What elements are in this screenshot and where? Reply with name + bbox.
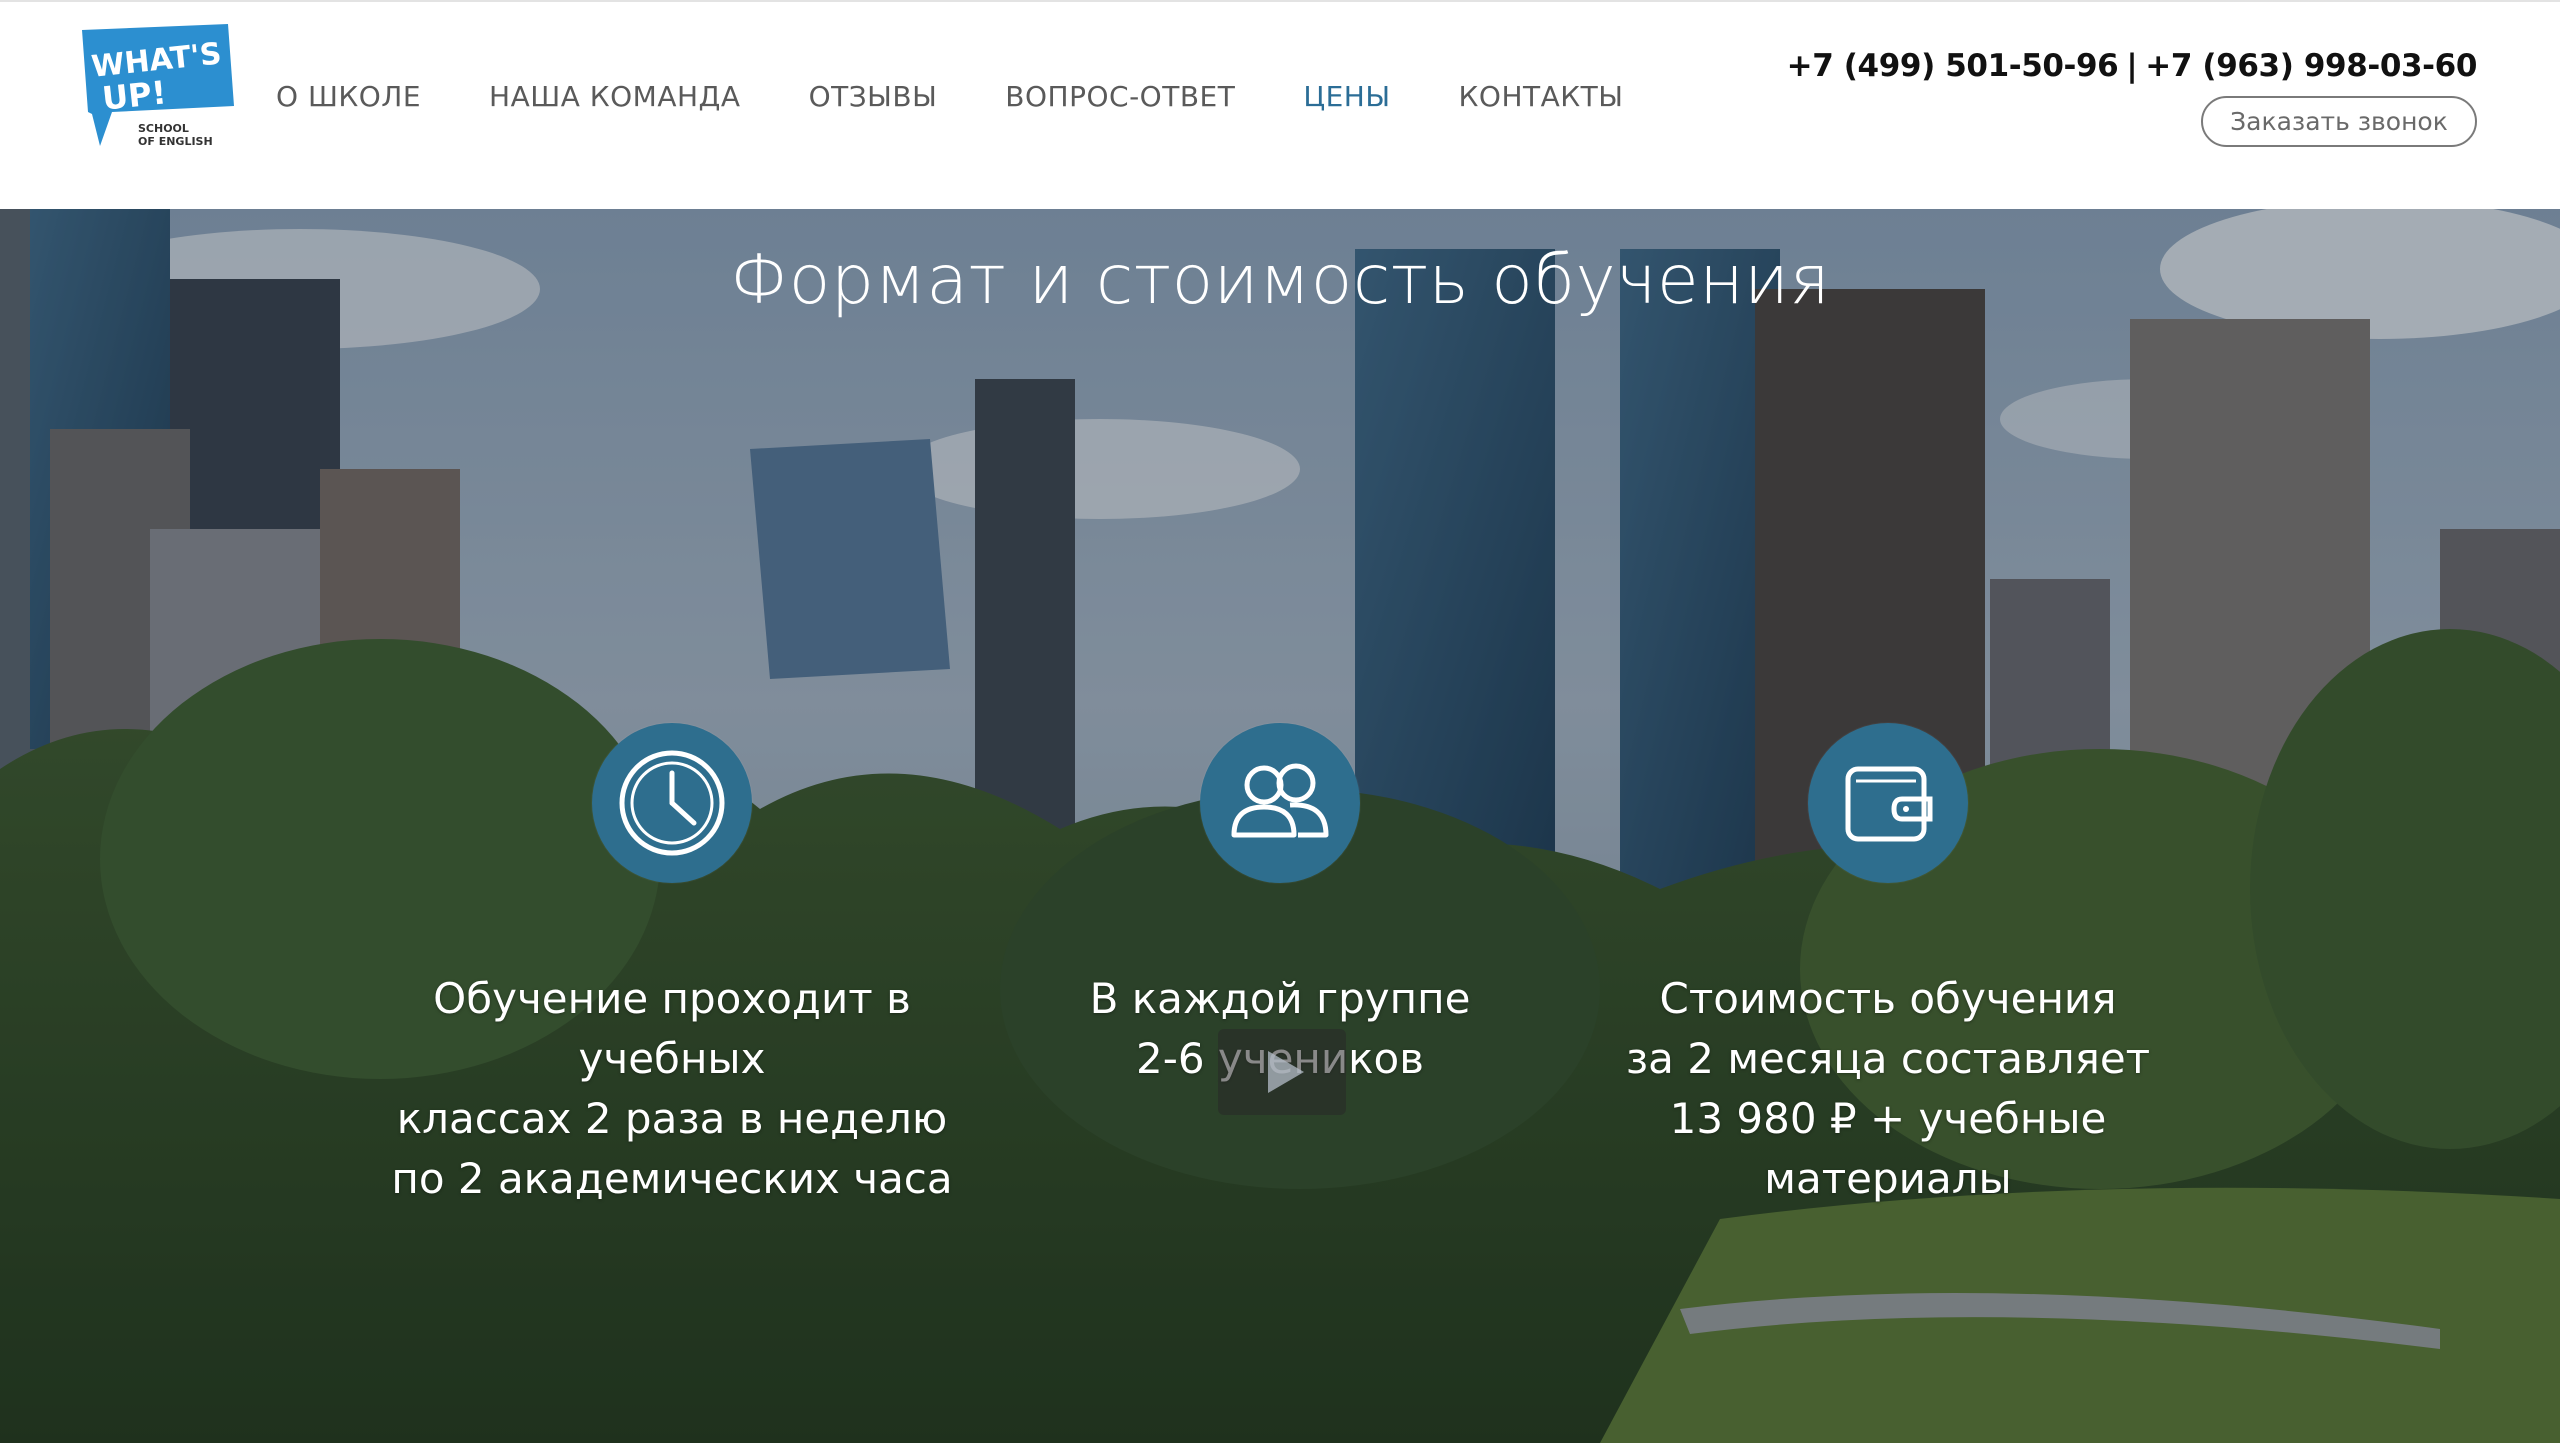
phone-separator: | bbox=[2126, 48, 2138, 84]
wallet-icon bbox=[1845, 766, 1933, 842]
feature-icon-circle bbox=[1808, 723, 1968, 883]
feature-line: Стоимость обучения bbox=[1659, 974, 2117, 1023]
feature-schedule: Обучение проходит в учебных классах 2 ра… bbox=[362, 723, 982, 1209]
feature-text: Стоимость обучения за 2 месяца составляе… bbox=[1578, 969, 2198, 1209]
nav-item-contacts[interactable]: КОНТАКТЫ bbox=[1459, 80, 1624, 113]
callback-button[interactable]: Заказать звонок bbox=[2201, 96, 2477, 147]
feature-line: за 2 месяца составляет bbox=[1625, 1034, 2151, 1083]
phone-2[interactable]: +7 (963) 998-03-60 bbox=[2145, 48, 2477, 84]
site-header: WHAT'S UP! SCHOOL OF ENGLISH О ШКОЛЕ НАШ… bbox=[0, 0, 2560, 209]
feature-price: Стоимость обучения за 2 месяца составляе… bbox=[1578, 723, 2198, 1209]
main-nav: О ШКОЛЕ НАША КОМАНДА ОТЗЫВЫ ВОПРОС-ОТВЕТ… bbox=[276, 80, 1691, 113]
feature-line: классах 2 раза в неделю bbox=[396, 1094, 948, 1143]
group-icon bbox=[1231, 763, 1329, 838]
video-play-button[interactable] bbox=[1218, 1029, 1346, 1115]
nav-item-prices[interactable]: ЦЕНЫ bbox=[1303, 80, 1390, 113]
clock-icon bbox=[619, 750, 725, 856]
nav-item-reviews[interactable]: ОТЗЫВЫ bbox=[809, 80, 938, 113]
logo-sub-2: OF ENGLISH bbox=[138, 135, 213, 148]
logo-sub-1: SCHOOL bbox=[138, 122, 189, 135]
feature-line: учебных bbox=[578, 1034, 766, 1083]
feature-text: Обучение проходит в учебных классах 2 ра… bbox=[362, 969, 982, 1209]
play-icon bbox=[1268, 1051, 1304, 1093]
feature-line: материалы bbox=[1764, 1154, 2012, 1203]
nav-item-about[interactable]: О ШКОЛЕ bbox=[276, 80, 421, 113]
logo-icon: WHAT'S UP! SCHOOL OF ENGLISH bbox=[82, 24, 234, 148]
school-logo[interactable]: WHAT'S UP! SCHOOL OF ENGLISH bbox=[78, 22, 238, 152]
pricing-hero: Формат и стоимость обучения Обучение про… bbox=[0, 209, 2560, 1443]
feature-line: 13 980 ₽ + учебные bbox=[1669, 1094, 2107, 1143]
feature-icon-circle bbox=[1200, 723, 1360, 883]
nav-item-faq[interactable]: ВОПРОС-ОТВЕТ bbox=[1005, 80, 1235, 113]
logo-text-bottom: UP! bbox=[100, 73, 168, 117]
feature-icon-circle bbox=[592, 723, 752, 883]
feature-line: по 2 академических часа bbox=[391, 1154, 953, 1203]
phone-numbers: +7 (499) 501-50-96 | +7 (963) 998-03-60 bbox=[1787, 48, 2478, 84]
phone-1[interactable]: +7 (499) 501-50-96 bbox=[1787, 48, 2119, 84]
feature-line: В каждой группе bbox=[1089, 974, 1471, 1023]
nav-item-team[interactable]: НАША КОМАНДА bbox=[489, 80, 741, 113]
feature-line: Обучение проходит в bbox=[433, 974, 911, 1023]
section-title: Формат и стоимость обучения bbox=[729, 241, 1831, 320]
